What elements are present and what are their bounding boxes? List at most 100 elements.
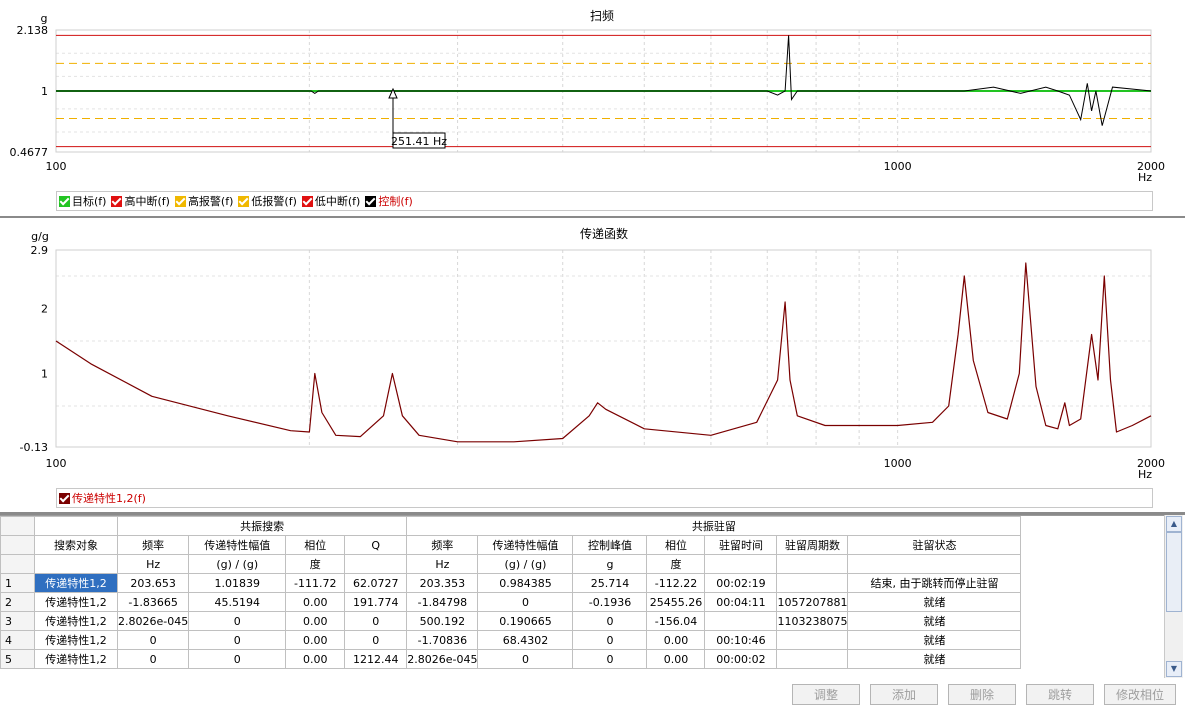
table-cell[interactable] bbox=[776, 649, 849, 669]
table-cell[interactable]: -1.70836 bbox=[406, 630, 479, 650]
legend-item[interactable]: 高中断(f) bbox=[111, 193, 170, 209]
table-cell[interactable]: 0 bbox=[188, 649, 287, 669]
table-cell[interactable]: 0.00 bbox=[285, 611, 346, 631]
table-cell[interactable]: 0.00 bbox=[285, 630, 346, 650]
table-cell[interactable]: -0.1936 bbox=[572, 592, 648, 612]
table-cell[interactable]: 0 bbox=[344, 630, 408, 650]
table-cell[interactable]: 0 bbox=[116, 630, 190, 650]
table-cell[interactable]: 0.00 bbox=[646, 630, 706, 650]
table-cell[interactable]: 68.4302 bbox=[477, 630, 574, 650]
table-cell[interactable]: 00:02:19 bbox=[704, 573, 778, 593]
table-cell[interactable]: 1103238075 bbox=[776, 611, 849, 631]
table-cell[interactable]: -1.84798 bbox=[406, 592, 479, 612]
table-cell[interactable]: 就绪 bbox=[847, 630, 1022, 650]
table-cell[interactable]: 0 bbox=[344, 611, 408, 631]
legend-item[interactable]: 高报警(f) bbox=[174, 193, 233, 209]
column-header[interactable]: 搜索对象 bbox=[34, 535, 118, 555]
table-cell[interactable]: 0.190665 bbox=[477, 611, 574, 631]
table-cell[interactable]: 就绪 bbox=[847, 611, 1022, 631]
column-header[interactable]: 传递特性幅值 bbox=[477, 535, 574, 555]
legend-checkbox-icon[interactable] bbox=[365, 195, 377, 207]
table-cell[interactable]: 00:00:02 bbox=[704, 649, 778, 669]
table-cell[interactable]: 传递特性1,2 bbox=[34, 573, 118, 593]
table-cell[interactable]: 203.353 bbox=[406, 573, 479, 593]
table-cell[interactable]: 0 bbox=[188, 611, 287, 631]
column-header[interactable]: 频率 bbox=[406, 535, 479, 555]
table-cell[interactable]: 1057207881 bbox=[776, 592, 849, 612]
table-cell[interactable]: 2.8026e-045 bbox=[116, 611, 190, 631]
legend-checkbox-icon[interactable] bbox=[174, 195, 186, 207]
tf-chart[interactable]: 传递函数 g/g Hz 2.921-0.13 100 1000 2000 bbox=[0, 218, 1185, 486]
modify-phase-button[interactable]: 修改相位 bbox=[1104, 684, 1176, 705]
table-row[interactable]: 3 传递特性1,2 2.8026e-045 0 0.00 0 500.192 0.190665… bbox=[0, 611, 1022, 631]
column-header[interactable]: Q bbox=[344, 535, 408, 555]
table-cell[interactable]: 0.984385 bbox=[477, 573, 574, 593]
table-cell[interactable]: 25455.26 bbox=[646, 592, 706, 612]
table-cell[interactable]: 203.653 bbox=[116, 573, 190, 593]
row-number[interactable]: 5 bbox=[0, 649, 35, 669]
column-header[interactable]: 控制峰值 bbox=[572, 535, 648, 555]
table-cell[interactable]: 1.01839 bbox=[188, 573, 287, 593]
adjust-button[interactable]: 调整 bbox=[792, 684, 860, 705]
table-cell[interactable] bbox=[776, 573, 849, 593]
column-header[interactable]: 驻留周期数 bbox=[776, 535, 849, 555]
column-header[interactable]: 驻留时间 bbox=[704, 535, 778, 555]
legend-checkbox-icon[interactable] bbox=[301, 195, 313, 207]
table-cell[interactable]: 就绪 bbox=[847, 592, 1022, 612]
row-number[interactable]: 1 bbox=[0, 573, 35, 593]
legend-checkbox-icon[interactable] bbox=[59, 195, 70, 207]
table-cell[interactable]: 191.774 bbox=[344, 592, 408, 612]
table-cell[interactable]: 1212.44 bbox=[344, 649, 408, 669]
scroll-thumb[interactable] bbox=[1166, 532, 1182, 612]
table-cell[interactable]: 62.0727 bbox=[344, 573, 408, 593]
scroll-up-icon[interactable]: ▲ bbox=[1166, 516, 1182, 532]
table-cell[interactable]: 00:10:46 bbox=[704, 630, 778, 650]
sweep-chart[interactable]: 扫频 g Hz 2.13810.4677 100 1000 2000 251.41 … bbox=[0, 0, 1185, 190]
jump-button[interactable]: 跳转 bbox=[1026, 684, 1094, 705]
table-cell[interactable]: 0.00 bbox=[285, 592, 346, 612]
column-header[interactable]: 频率 bbox=[116, 535, 190, 555]
table-cell[interactable]: 0 bbox=[572, 630, 648, 650]
column-header[interactable]: 传递特性幅值 bbox=[188, 535, 287, 555]
column-header[interactable]: 相位 bbox=[646, 535, 706, 555]
legend-item[interactable]: 目标(f) bbox=[59, 193, 106, 209]
legend-checkbox-icon[interactable] bbox=[59, 492, 70, 504]
table-cell[interactable]: 传递特性1,2 bbox=[34, 592, 118, 612]
legend-item[interactable]: 传递特性1,2(f) bbox=[59, 490, 146, 506]
row-number[interactable]: 3 bbox=[0, 611, 35, 631]
legend-item[interactable]: 低中断(f) bbox=[301, 193, 360, 209]
table-cell[interactable]: 0.00 bbox=[285, 649, 346, 669]
table-cell[interactable]: 传递特性1,2 bbox=[34, 611, 118, 631]
row-number[interactable]: 4 bbox=[0, 630, 35, 650]
scroll-down-icon[interactable]: ▼ bbox=[1166, 661, 1182, 677]
row-number[interactable]: 2 bbox=[0, 592, 35, 612]
table-cell[interactable]: 25.714 bbox=[572, 573, 648, 593]
legend-item[interactable]: 低报警(f) bbox=[238, 193, 297, 209]
table-cell[interactable]: -111.72 bbox=[285, 573, 346, 593]
table-cell[interactable]: -112.22 bbox=[646, 573, 706, 593]
table-cell[interactable]: 0 bbox=[477, 592, 574, 612]
table-cell[interactable]: 00:04:11 bbox=[704, 592, 778, 612]
table-cell[interactable]: -1.83665 bbox=[116, 592, 190, 612]
table-cell[interactable]: 0 bbox=[572, 649, 648, 669]
table-cell[interactable] bbox=[704, 611, 778, 631]
table-cell[interactable]: 就绪 bbox=[847, 649, 1022, 669]
table-cell[interactable] bbox=[776, 630, 849, 650]
table-cell[interactable]: 传递特性1,2 bbox=[34, 630, 118, 650]
table-cell[interactable]: 45.5194 bbox=[188, 592, 287, 612]
column-header[interactable]: 驻留状态 bbox=[847, 535, 1022, 555]
table-cell[interactable]: 2.8026e-045 bbox=[406, 649, 479, 669]
delete-button[interactable]: 删除 bbox=[948, 684, 1016, 705]
add-button[interactable]: 添加 bbox=[870, 684, 938, 705]
table-cell[interactable]: 500.192 bbox=[406, 611, 479, 631]
column-header[interactable]: 相位 bbox=[285, 535, 346, 555]
table-cell[interactable]: 传递特性1,2 bbox=[34, 649, 118, 669]
table-cell[interactable]: 0 bbox=[477, 649, 574, 669]
legend-item[interactable]: 控制(f) bbox=[365, 193, 413, 209]
table-cell[interactable]: 结束, 由于跳转而停止驻留 bbox=[847, 573, 1022, 593]
table-cell[interactable]: 0.00 bbox=[646, 649, 706, 669]
legend-checkbox-icon[interactable] bbox=[238, 195, 250, 207]
table-row[interactable]: 4 传递特性1,2 0 0 0.00 0 -1.70836 68.4302 0 0.00 00:10… bbox=[0, 630, 1022, 650]
legend-checkbox-icon[interactable] bbox=[111, 195, 123, 207]
table-row[interactable]: 5 传递特性1,2 0 0 0.00 1212.44 2.8026e-045 0 0 0.00 00… bbox=[0, 649, 1022, 669]
